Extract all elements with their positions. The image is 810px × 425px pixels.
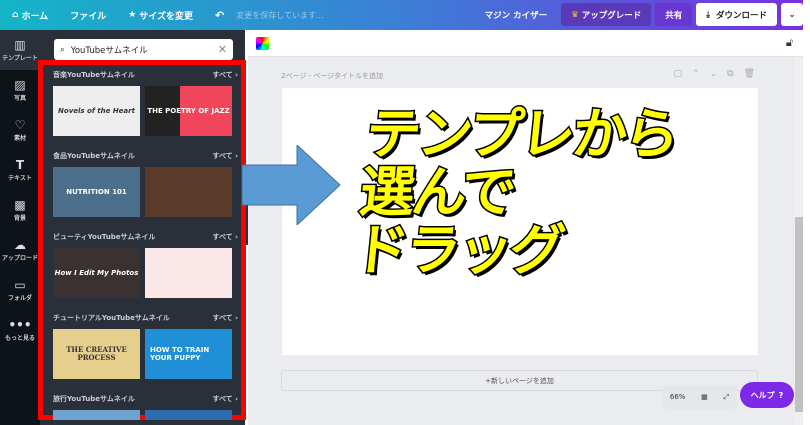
rail-item[interactable]: ▥ テンプレート	[0, 30, 40, 70]
template-thumbnail[interactable]: THE CREATIVE PROCESS	[53, 329, 140, 379]
overlay-caption: テンプレから 選んで ドラッグ	[349, 101, 681, 284]
share-button[interactable]: 共有	[655, 3, 693, 26]
zoom-controls: 66% ▦ ⤢	[662, 385, 737, 409]
top-bar: ⌂ ホーム ファイル ★ サイズを変更 ↶ 変更を保存しています... マジン カイ…	[0, 0, 803, 30]
rail-item[interactable]: ▭ フォルダ	[0, 270, 40, 310]
arrow-right-icon	[242, 145, 341, 225]
rail-item[interactable]: T テキスト	[0, 150, 40, 190]
search-icon: ⌕	[60, 44, 65, 55]
template-thumbnail[interactable]: How I Edit My Photos	[53, 248, 140, 298]
rail-icon: ▩	[14, 197, 26, 212]
move-down-icon[interactable]: ⌄	[710, 69, 718, 79]
rail-item[interactable]: ▨ 写真	[0, 70, 40, 110]
template-section: 食品YouTubeサムネイル すべて › NUTRITION 101	[53, 149, 238, 217]
resize-button[interactable]: ★ サイズを変更	[128, 9, 193, 22]
rail-icon: ▥	[14, 37, 26, 52]
download-icon: ⤓	[706, 9, 710, 20]
rail-icon: ♡	[14, 117, 26, 132]
home-icon: ⌂	[12, 10, 19, 20]
highlight-box: 音楽YouTubeサムネイル すべて › Novels of the Heart TH…	[38, 60, 246, 420]
star-icon: ★	[128, 10, 137, 20]
duplicate-icon[interactable]: ⧉	[727, 69, 733, 79]
template-section: 旅行YouTubeサムネイル すべて ›	[53, 392, 238, 420]
rail-item[interactable]: ☁ アップロード	[0, 230, 40, 270]
clear-search-icon[interactable]: ✕	[218, 43, 227, 56]
template-thumbnail[interactable]: NUTRITION 101	[53, 167, 140, 217]
scrollbar[interactable]	[795, 57, 803, 425]
template-thumbnail[interactable]: Novels of the Heart	[53, 86, 140, 136]
color-picker[interactable]	[256, 37, 269, 50]
rail-icon: •••	[8, 317, 32, 332]
template-thumbnail[interactable]: THE POETRY OF JAZZ	[145, 86, 232, 136]
section-title: チュートリアルYouTubeサムネイル	[53, 314, 170, 322]
rail-item[interactable]: ♡ 素材	[0, 110, 40, 150]
home-button[interactable]: ⌂ ホーム	[12, 9, 48, 22]
help-icon: ?	[778, 390, 784, 400]
template-thumbnail[interactable]	[145, 248, 232, 298]
page-title[interactable]: 2ページ - ページタイトルを追加	[281, 71, 383, 81]
template-thumbnail[interactable]	[145, 167, 232, 217]
download-options-chevron-icon[interactable]: ⌄	[781, 3, 803, 26]
template-thumbnail[interactable]	[145, 410, 232, 420]
rail-item[interactable]: ••• もっと見る	[0, 310, 40, 350]
scrollbar-thumb[interactable]	[795, 217, 803, 412]
section-title: 食品YouTubeサムネイル	[53, 152, 135, 160]
lock-icon[interactable]: 🔓︎	[786, 36, 793, 50]
template-section: ビューティYouTubeサムネイル すべて › How I Edit My Phot…	[53, 230, 238, 298]
section-title: 音楽YouTubeサムネイル	[53, 71, 135, 79]
trash-icon[interactable]: 🗑︎	[744, 69, 755, 79]
rail-icon: T	[15, 157, 25, 172]
section-title: ビューティYouTubeサムネイル	[53, 233, 156, 241]
template-section: 音楽YouTubeサムネイル すべて › Novels of the Heart TH…	[53, 68, 238, 136]
template-thumbnail[interactable]	[53, 410, 140, 420]
template-thumbnail[interactable]: HOW TO TRAIN YOUR PUPPY	[145, 329, 232, 379]
note-icon[interactable]: ▢	[674, 69, 683, 79]
move-up-icon[interactable]: ⌃	[692, 69, 700, 79]
see-all-link[interactable]: すべて ›	[212, 232, 238, 242]
template-section: チュートリアルYouTubeサムネイル すべて › THE CREATIVE PRO…	[53, 311, 238, 379]
side-rail: ▥ テンプレート ▨ 写真 ♡ 素材 T テキスト ▩ 背景 ☁ アップロード ▭ フォルダ ••• もっと見…	[0, 30, 40, 425]
help-button[interactable]: ヘルプ?	[740, 382, 794, 408]
save-status: 変更を保存しています...	[236, 10, 324, 20]
section-title: 旅行YouTubeサムネイル	[53, 395, 135, 403]
undo-icon[interactable]: ↶	[215, 9, 224, 22]
see-all-link[interactable]: すべて ›	[212, 313, 238, 323]
fullscreen-icon[interactable]: ⤢	[724, 393, 730, 402]
see-all-link[interactable]: すべて ›	[212, 151, 238, 161]
canvas-toolbar: 🔓︎	[248, 30, 803, 57]
user-name[interactable]: マジン カイザー	[475, 3, 557, 26]
search-input[interactable]: ⌕ YouTubeサムネイル ✕	[54, 39, 233, 60]
file-menu[interactable]: ファイル	[70, 9, 106, 22]
grid-view-icon[interactable]: ▦	[701, 393, 708, 401]
see-all-link[interactable]: すべて ›	[212, 394, 238, 404]
rail-icon: ☁	[14, 237, 26, 252]
rail-icon: ▭	[14, 277, 26, 292]
rail-item[interactable]: ▩ 背景	[0, 190, 40, 230]
crown-icon: ♛	[571, 9, 579, 20]
zoom-level[interactable]: 66%	[670, 393, 686, 401]
see-all-link[interactable]: すべて ›	[212, 70, 238, 80]
rail-icon: ▨	[14, 77, 26, 92]
download-button[interactable]: ⤓ ダウンロード	[696, 3, 777, 26]
upgrade-button[interactable]: ♛ アップグレード	[561, 3, 652, 26]
